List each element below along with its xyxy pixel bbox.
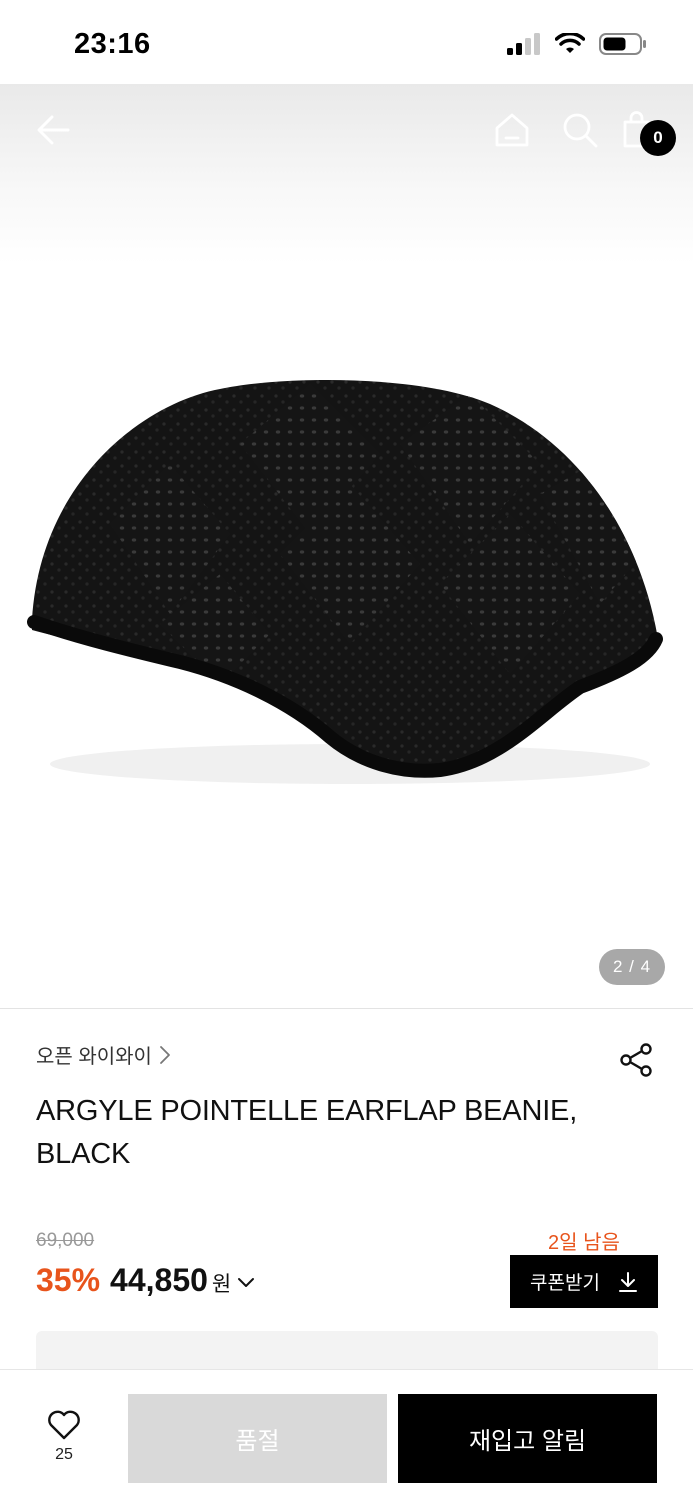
coupon-button-label: 쿠폰받기 xyxy=(530,1273,600,1294)
status-icons xyxy=(507,32,647,56)
wifi-icon xyxy=(555,33,585,53)
restock-alert-button[interactable]: 재입고 알림 xyxy=(398,1394,657,1483)
soldout-button[interactable]: 품절 xyxy=(128,1394,387,1483)
product-gallery[interactable]: 0 2 / 4 xyxy=(0,84,693,1008)
discount-rate: 35% xyxy=(36,1262,101,1298)
chevron-down-icon[interactable] xyxy=(235,1272,257,1294)
share-icon[interactable] xyxy=(618,1042,654,1078)
coupon-days-left: 2일 남음 xyxy=(548,1232,620,1254)
currency-label: 원 xyxy=(211,1272,232,1296)
download-icon xyxy=(618,1271,637,1292)
page-indicator: 2 / 4 xyxy=(599,949,665,985)
brand-name: 오픈 와이와이 xyxy=(36,1046,152,1068)
top-nav: 0 xyxy=(0,84,693,174)
product-image[interactable] xyxy=(20,294,670,794)
coupon-download-button[interactable]: 쿠폰받기 xyxy=(510,1255,658,1308)
like-count: 25 xyxy=(55,1446,73,1463)
home-icon[interactable] xyxy=(493,111,531,149)
price-row[interactable]: 35% 44,850 원 xyxy=(36,1262,257,1299)
like-button[interactable]: 25 xyxy=(38,1410,90,1480)
chevron-right-icon xyxy=(160,1045,170,1064)
back-arrow-icon[interactable] xyxy=(34,110,74,150)
product-title: ARGYLE POINTELLE EARFLAP BEANIE, BLACK xyxy=(36,1095,578,1170)
bottom-action-bar: 25 품절 재입고 알림 xyxy=(0,1369,693,1500)
status-time: 23:16 xyxy=(74,28,151,60)
cellular-signal-icon xyxy=(507,33,540,55)
heart-icon xyxy=(48,1410,80,1440)
battery-icon xyxy=(599,33,646,55)
bag-count-badge[interactable]: 0 xyxy=(640,120,676,156)
sale-price: 44,850 xyxy=(110,1262,208,1298)
original-price: 69,000 xyxy=(36,1230,95,1251)
status-bar: 23:16 xyxy=(0,0,693,84)
search-icon[interactable] xyxy=(561,111,599,149)
divider xyxy=(0,1008,693,1009)
brand-link[interactable]: 오픈 와이와이 xyxy=(36,1040,172,1069)
